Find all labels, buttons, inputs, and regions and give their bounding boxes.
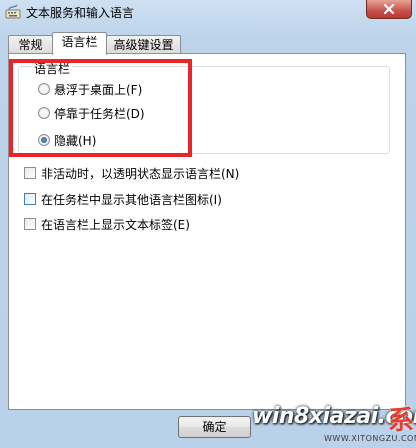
- ok-button[interactable]: 确定: [178, 416, 251, 438]
- checkbox-box[interactable]: [24, 193, 36, 205]
- highlight-box: [9, 59, 192, 157]
- checkbox-label: 在任务栏中显示其他语言栏图标(I): [41, 192, 222, 207]
- window-title: 文本服务和输入语言: [26, 6, 135, 20]
- tab-general[interactable]: 常规: [8, 35, 53, 53]
- close-button[interactable]: [366, 0, 412, 19]
- dialog-window: 文本服务和输入语言 常规 语言栏 高级键设置 语言栏 悬浮于桌面上(F) 停靠于…: [0, 0, 416, 448]
- watermark-logo: win8xiazai.com 系 WWW.XITONGZU.COM: [248, 398, 416, 448]
- tab-advanced-key-settings[interactable]: 高级键设置: [106, 35, 181, 53]
- checkbox-show-extra-icons[interactable]: 在任务栏中显示其他语言栏图标(I): [24, 191, 222, 207]
- watermark-subtext: WWW.XITONGZU.COM: [324, 434, 416, 443]
- keyboard-icon: [5, 4, 21, 20]
- checkbox-box[interactable]: [24, 218, 36, 230]
- checkbox-show-text-labels[interactable]: 在语言栏上显示文本标签(E): [24, 216, 190, 232]
- watermark-glyph: 系: [388, 406, 415, 436]
- checkbox-label: 在语言栏上显示文本标签(E): [41, 217, 190, 232]
- tab-language-bar[interactable]: 语言栏: [52, 32, 107, 55]
- title-bar[interactable]: 文本服务和输入语言: [0, 0, 416, 26]
- checkbox-label: 非活动时，以透明状态显示语言栏(N): [41, 166, 240, 181]
- close-icon: [383, 4, 395, 14]
- checkbox-transparent-inactive[interactable]: 非活动时，以透明状态显示语言栏(N): [24, 165, 239, 181]
- checkbox-box[interactable]: [24, 167, 36, 179]
